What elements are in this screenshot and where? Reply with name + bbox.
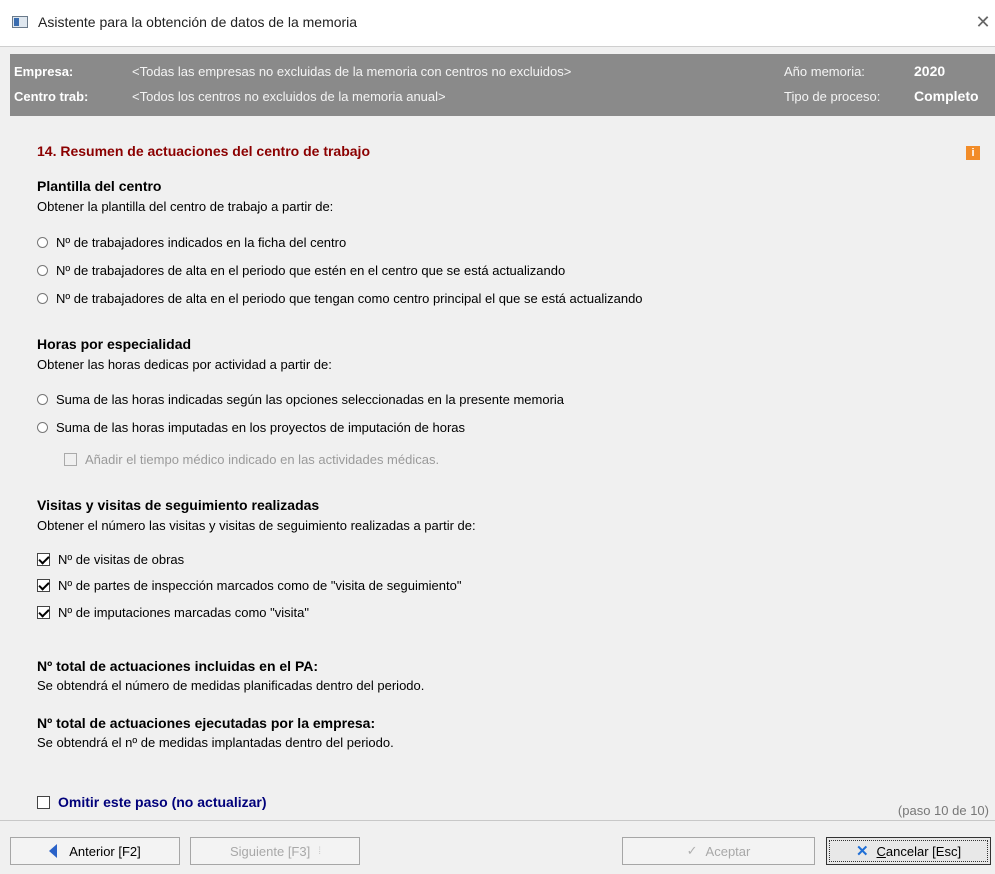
visitas-option-partes[interactable]: Nº de partes de inspección marcados como… (37, 576, 461, 594)
cancel-button-label: Cancelar [Esc] (876, 843, 962, 859)
checkbox[interactable] (64, 452, 77, 466)
total-pa-desc: Se obtendrá el número de medidas planifi… (37, 678, 425, 693)
radio-button[interactable] (37, 236, 48, 248)
close-icon[interactable]: ✕ (971, 10, 995, 34)
omit-step-option[interactable]: Omitir este paso (no actualizar) (37, 793, 267, 811)
section-title: 14. Resumen de actuaciones del centro de… (37, 143, 370, 159)
radio-button[interactable] (37, 264, 48, 276)
next-button-label: Siguiente [F3] (230, 843, 311, 859)
total-ejecutadas-desc: Se obtendrá el nº de medidas implantadas… (37, 735, 394, 750)
radio-button[interactable] (37, 421, 48, 433)
horas-desc: Obtener las horas dedicas por actividad … (37, 357, 332, 372)
option-label: Nº de imputaciones marcadas como "visita… (58, 604, 309, 620)
close-x-icon: ✕ (855, 843, 869, 860)
plantilla-option-alta-centro[interactable]: Nº de trabajadores de alta en el periodo… (37, 261, 565, 279)
plantilla-option-ficha[interactable]: Nº de trabajadores indicados en la ficha… (37, 233, 346, 251)
option-label: Añadir el tiempo médico indicado en las … (85, 451, 440, 467)
option-label: Suma de las horas imputadas en los proye… (56, 419, 466, 435)
arrow-left-icon (49, 844, 58, 858)
checkbox[interactable] (37, 552, 50, 566)
anio-label: Año memoria: (784, 64, 865, 79)
centro-value: <Todos los centros no excluidos de la me… (132, 89, 446, 104)
option-label: Nº de trabajadores de alta en el periodo… (56, 262, 566, 278)
app-icon (12, 16, 28, 28)
radio-button[interactable] (37, 292, 48, 304)
total-pa-heading: Nº total de actuaciones incluidas en el … (37, 658, 319, 674)
proceso-label: Tipo de proceso: (784, 89, 881, 104)
previous-button-label: Anterior [F2] (69, 843, 141, 859)
previous-button[interactable]: Anterior [F2] (10, 837, 180, 865)
plantilla-heading: Plantilla del centro (37, 178, 162, 194)
option-label: Suma de las horas indicadas según las op… (56, 391, 565, 407)
horas-option-memoria[interactable]: Suma de las horas indicadas según las op… (37, 390, 564, 408)
option-label: Nº de trabajadores de alta en el periodo… (56, 290, 643, 306)
option-label: Nº de partes de inspección marcados como… (58, 577, 462, 593)
total-ejecutadas-heading: Nº total de actuaciones ejecutadas por l… (37, 715, 376, 731)
empresa-value: <Todas las empresas no excluidas de la m… (132, 64, 572, 79)
omit-step-label: Omitir este paso (no actualizar) (58, 794, 267, 810)
checkbox[interactable] (37, 605, 50, 619)
horas-heading: Horas por especialidad (37, 336, 192, 352)
horas-suboption-tiempo-medico[interactable]: Añadir el tiempo médico indicado en las … (64, 450, 439, 468)
context-header: Empresa: <Todas las empresas no excluida… (10, 54, 995, 116)
horas-option-proyectos[interactable]: Suma de las horas imputadas en los proye… (37, 418, 465, 436)
accept-button-label: Aceptar (705, 843, 751, 859)
option-label: Nº de trabajadores indicados en la ficha… (56, 234, 347, 250)
checkbox[interactable] (37, 578, 50, 592)
next-button[interactable]: Siguiente [F3] ⁞ (190, 837, 360, 865)
accept-button[interactable]: ✓ Aceptar (622, 837, 815, 865)
plantilla-option-alta-principal[interactable]: Nº de trabajadores de alta en el periodo… (37, 289, 643, 307)
empresa-label: Empresa: (14, 64, 74, 79)
centro-label: Centro trab: (14, 89, 89, 104)
radio-button[interactable] (37, 393, 48, 405)
visitas-heading: Visitas y visitas de seguimiento realiza… (37, 497, 320, 513)
visitas-option-obras[interactable]: Nº de visitas de obras (37, 550, 184, 568)
step-indicator: (paso 10 de 10) (897, 803, 989, 818)
anio-value: 2020 (914, 63, 946, 79)
visitas-desc: Obtener el número las visitas y visitas … (37, 518, 476, 533)
option-label: Nº de visitas de obras (58, 551, 185, 567)
cancel-button[interactable]: ✕ Cancelar [Esc] (826, 837, 991, 865)
visitas-option-imputaciones[interactable]: Nº de imputaciones marcadas como "visita… (37, 603, 309, 621)
proceso-value: Completo (914, 88, 979, 104)
checkbox[interactable] (37, 795, 50, 809)
check-icon: ✓ (686, 843, 698, 858)
window-title: Asistente para la obtención de datos de … (38, 14, 358, 30)
drag-handle-icon: ⁞ (318, 845, 321, 857)
title-bar: Asistente para la obtención de datos de … (0, 0, 995, 47)
plantilla-desc: Obtener la plantilla del centro de traba… (37, 199, 334, 214)
info-icon[interactable]: i (966, 146, 980, 160)
